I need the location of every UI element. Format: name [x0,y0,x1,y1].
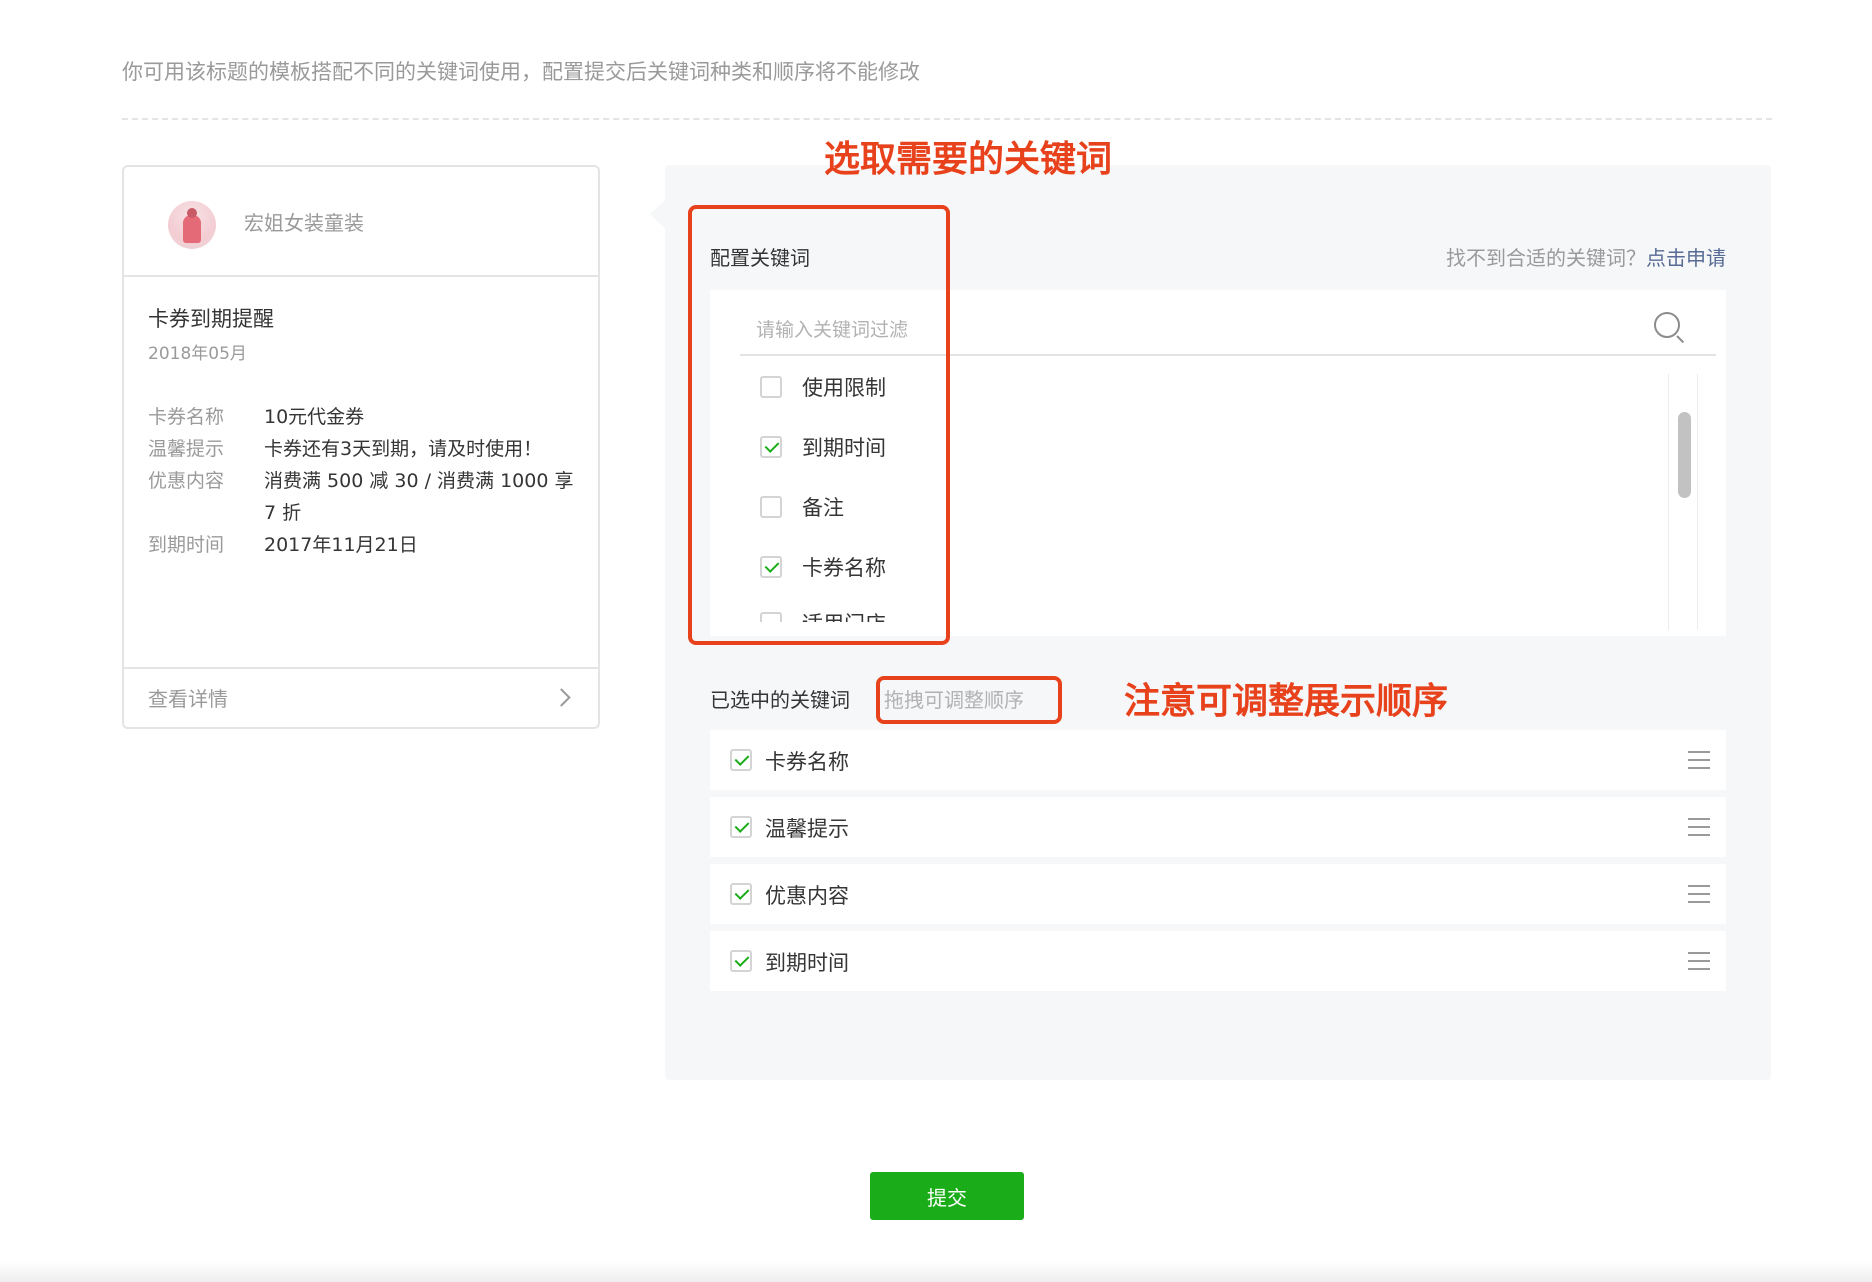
field-value: 卡券还有3天到期，请及时使用！ [264,438,543,460]
selected-keyword-row[interactable]: 温馨提示 [710,797,1726,857]
drag-handle-icon[interactable] [1688,751,1710,769]
panel-pointer-arrow [650,200,665,228]
submit-button[interactable]: 提交 [870,1172,1024,1220]
selected-keyword-row[interactable]: 到期时间 [710,931,1726,991]
template-preview-card: 宏姐女装童装 卡券到期提醒 2018年05月 卡券名称 10元代金券 温馨提示 … [122,165,600,729]
keyword-list-scrollbar[interactable] [1668,374,1698,630]
drag-handle-icon[interactable] [1688,952,1710,970]
field-label: 温馨提示 [148,438,225,460]
selected-keyword-checkbox[interactable] [730,883,752,905]
dashed-divider [122,118,1772,120]
shop-avatar [168,201,216,249]
view-details-label: 查看详情 [148,687,228,711]
help-prefix: 找不到合适的关键词？ [1446,246,1646,270]
apply-keyword-link[interactable]: 点击申请 [1646,246,1726,270]
scrollbar-thumb[interactable] [1678,412,1691,498]
field-label: 优惠内容 [148,470,225,492]
field-value: 10元代金券 [264,406,365,428]
card-header: 宏姐女装童装 [124,167,598,277]
bottom-shadow-bar [0,1262,1872,1282]
annotation-select-keywords: 选取需要的关键词 [824,139,1113,180]
selected-keyword-label: 优惠内容 [765,884,849,908]
search-icon[interactable] [1654,312,1680,338]
shop-name: 宏姐女装童装 [244,211,364,235]
annotation-keyword-box [688,205,950,645]
card-date: 2018年05月 [148,344,247,364]
selected-keyword-checkbox[interactable] [730,749,752,771]
view-details-link[interactable]: 查看详情 [124,667,598,727]
notice-text: 你可用该标题的模板搭配不同的关键词使用，配置提交后关键词种类和顺序将不能修改 [122,60,920,84]
selected-keywords-label: 已选中的关键词 [710,688,850,712]
selected-keyword-label: 到期时间 [765,951,849,975]
drag-handle-icon[interactable] [1688,818,1710,836]
chevron-right-icon [552,688,571,707]
selected-keyword-row[interactable]: 卡券名称 [710,730,1726,790]
field-value: 消费满 500 减 30 / 消费满 1000 享 7 折 [264,470,574,524]
apply-keyword-help: 找不到合适的关键词？点击申请 [1446,242,1726,271]
field-value: 2017年11月21日 [264,534,418,556]
selected-keyword-checkbox[interactable] [730,816,752,838]
selected-keyword-label: 卡券名称 [765,750,849,774]
card-title: 卡券到期提醒 [148,307,274,331]
annotation-reorder: 注意可调整展示顺序 [1124,681,1449,722]
selected-keyword-checkbox[interactable] [730,950,752,972]
selected-keyword-label: 温馨提示 [765,817,849,841]
selected-keyword-row[interactable]: 优惠内容 [710,864,1726,924]
annotation-drag-hint-box [876,676,1062,724]
drag-handle-icon[interactable] [1688,885,1710,903]
field-label: 到期时间 [148,534,225,556]
field-label: 卡券名称 [148,406,225,428]
